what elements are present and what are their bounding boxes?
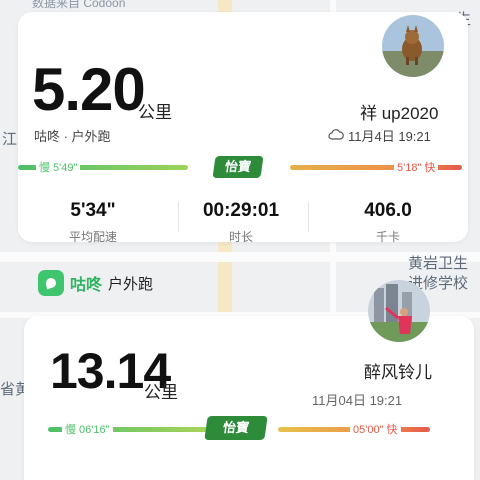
distance-value: 5.20 [32, 56, 146, 123]
run-subtitle: 咕咚 · 户外跑 [34, 129, 111, 144]
app-name: 咕咚 [70, 277, 103, 294]
map-source-label: 数据来自 Codoon [32, 0, 126, 10]
avatar-dog-image [382, 15, 444, 77]
stat-duration-label: 时长 [228, 230, 253, 244]
stat-calories-label: 千卡 [375, 230, 400, 244]
run-datetime: 11月04日 19:21 [312, 393, 403, 408]
stat-calories: 406.0 [364, 200, 412, 221]
stat-divider [178, 202, 179, 232]
avatar-person-image [368, 280, 430, 342]
codoon-logo-icon [38, 270, 64, 296]
stat-duration: 00:29:01 [202, 200, 280, 221]
user-avatar[interactable] [382, 15, 444, 77]
username: 祥 up2020 [360, 104, 439, 123]
distance-unit: 公里 [138, 103, 172, 122]
pace-slow-label: 慢 06'16" [62, 421, 113, 437]
stat-divider [308, 202, 309, 232]
pace-fast-label: 5'18" 快 [394, 159, 439, 175]
sponsor-logo: 怡寶 [204, 416, 268, 440]
pace-slow-label: 慢 5'49" [36, 159, 81, 175]
username: 醉风铃儿 [364, 363, 432, 382]
map-label: 江 [2, 131, 18, 148]
user-avatar[interactable] [368, 280, 430, 342]
activity-type: 户外跑 [108, 275, 154, 293]
distance-unit: 公里 [144, 383, 178, 402]
app-brand-row: 咕咚 户外跑 [38, 268, 153, 298]
run-datetime: 11月4日 19:21 [348, 129, 431, 144]
run-card-2[interactable]: 13.14 公里 醉风铃儿 11月04日 19:21 慢 06'16" 05'0… [24, 280, 474, 480]
cloud-icon [328, 128, 344, 146]
stat-avg-pace-label: 平均配速 [68, 230, 117, 244]
sponsor-logo: 怡寶 [212, 156, 264, 178]
stat-avg-pace: 5'34" [70, 200, 116, 221]
map-label: 黄岩卫生 [408, 255, 469, 272]
pace-fast-label: 05'00" 快 [350, 421, 401, 437]
run-card-1[interactable]: 5.20 公里 咕咚 · 户外跑 祥 up2020 11月4日 19:21 慢 … [18, 12, 468, 244]
